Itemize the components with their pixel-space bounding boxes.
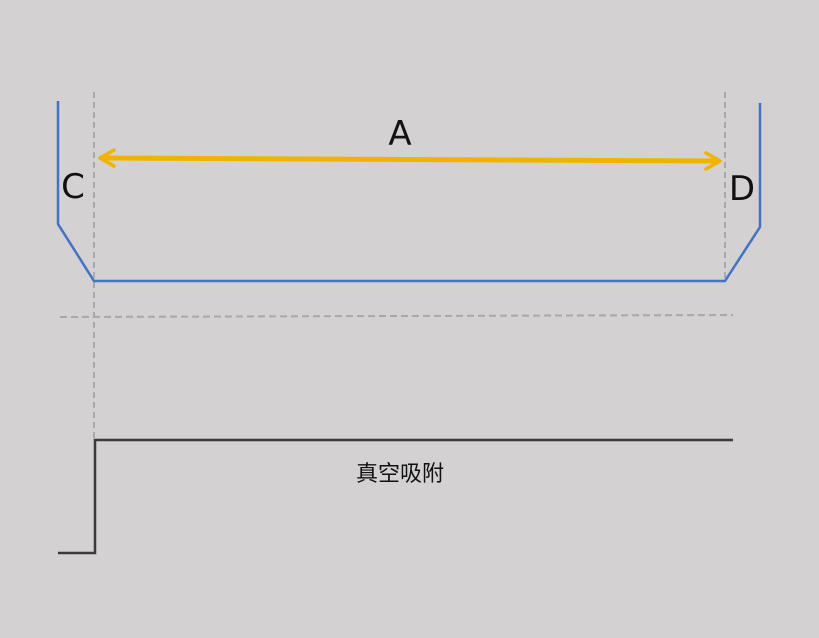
label-d: D — [729, 169, 755, 209]
vacuum-adsorption-label: 真空吸附 — [356, 462, 444, 487]
label-c: C — [61, 167, 85, 207]
label-a: A — [388, 114, 411, 154]
vacuum-signal-line — [58, 438, 733, 555]
horizontal-reference-line — [59, 314, 734, 318]
dimension-arrow-a — [98, 148, 722, 171]
diagram-canvas: A C D 真空吸附 — [56, 92, 762, 555]
